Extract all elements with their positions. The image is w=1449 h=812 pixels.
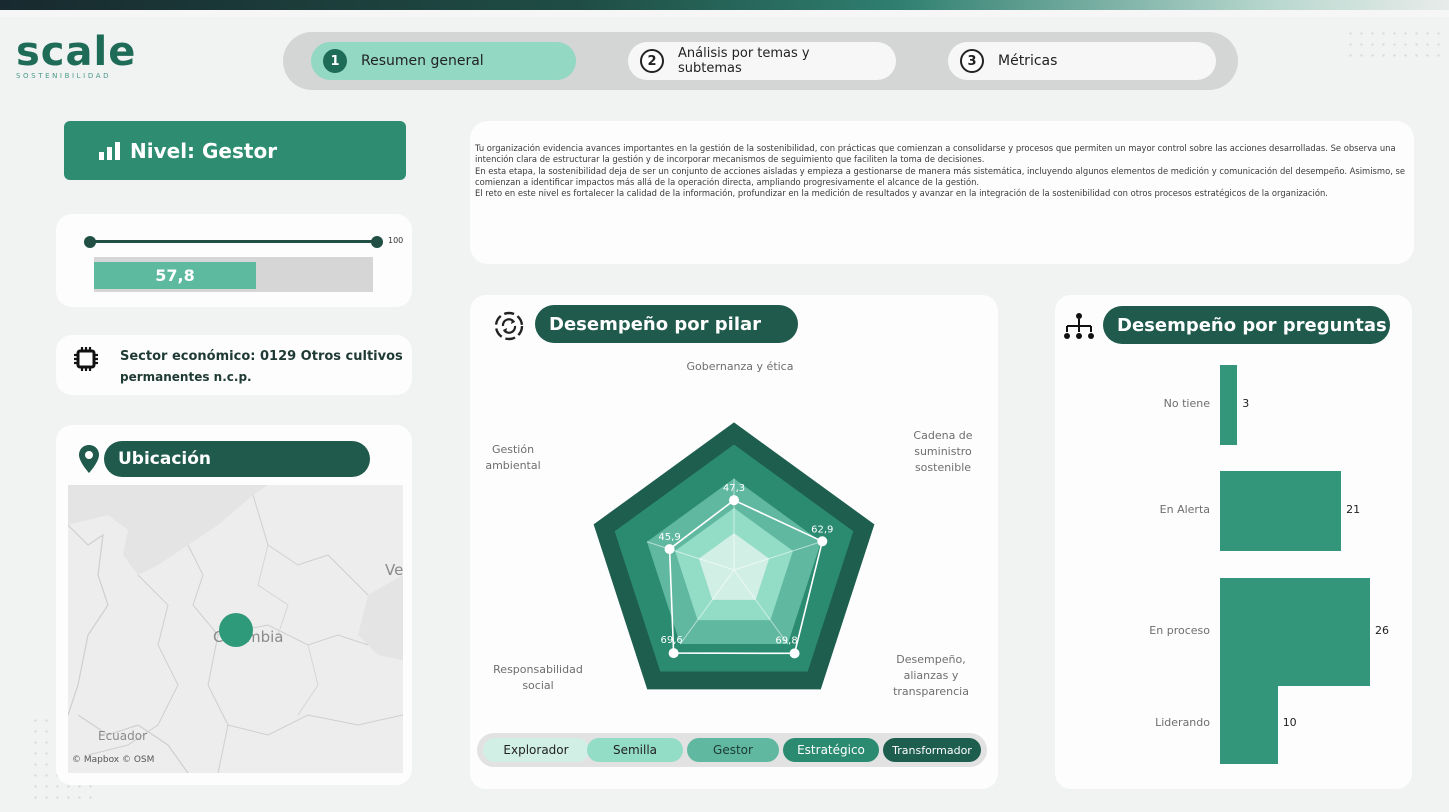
steps-nav: 1 Resumen general 2 Análisis por temas y… (283, 32, 1238, 90)
cycle-icon (494, 311, 524, 341)
legend-explorador[interactable]: Explorador (483, 738, 589, 762)
location-title: Ubicación (104, 441, 370, 477)
legend-transformador[interactable]: Transformador (883, 738, 981, 762)
step-number: 2 (640, 49, 664, 73)
bar-category-label: En proceso (1149, 624, 1210, 637)
bar[interactable] (1220, 578, 1370, 686)
radar-point[interactable] (789, 648, 800, 659)
radar-point[interactable] (664, 544, 675, 555)
step-number: 3 (960, 49, 984, 73)
bar-category-label: En Alerta (1159, 503, 1210, 516)
level-legend: Explorador Semilla Gestor Estratégico Tr… (477, 733, 987, 767)
level-label: Nivel: Gestor (130, 138, 278, 163)
axis-label-gobernanza: Gobernanza y ética (686, 360, 794, 373)
questions-title: Desempeño por preguntas (1103, 306, 1390, 344)
sector-line-1: Sector económico: 0129 Otros cultivos (120, 349, 403, 364)
bar[interactable] (1220, 684, 1278, 764)
legend-semilla[interactable]: Semilla (587, 738, 683, 762)
description-paragraph: El reto en este nivel es fortalecer la c… (475, 188, 1328, 199)
axis-label-cadena: Cadena de suministro sostenible (913, 429, 973, 474)
decorative-dots (1345, 28, 1441, 62)
description-paragraph: En esta etapa, la sostenibilidad deja de… (475, 165, 1406, 187)
level-description: Tu organización evidencia avances import… (470, 121, 1414, 264)
sector-line-2: permanentes n.c.p. (120, 370, 252, 384)
map-pin-icon (79, 445, 99, 473)
bar[interactable] (1220, 365, 1238, 445)
location-title-text: Ubicación (118, 449, 212, 469)
radar-point[interactable] (729, 495, 739, 506)
bar-chart-icon (99, 141, 120, 160)
score-scale-line (89, 240, 377, 243)
step-label: Análisis por temas y subtemas (678, 46, 810, 76)
radar-data-label: 69,6 (660, 635, 682, 646)
radar-data-label: 47,3 (723, 483, 745, 494)
radar-data-label: 45,9 (658, 532, 680, 543)
axis-label-responsabilidad: Responsabilidad social (493, 663, 583, 692)
bar-value-label: 26 (1375, 624, 1389, 637)
score-value: 57,8 (155, 266, 195, 285)
bar-category-label: No tiene (1163, 397, 1210, 410)
bar-category-label: Liderando (1155, 716, 1210, 729)
bar-value-label: 3 (1242, 397, 1250, 410)
brand-name: scale (16, 29, 137, 75)
scale-max-label: 100 (388, 236, 404, 245)
map-label-neighbor-east: Ve (385, 561, 403, 579)
radar-point[interactable] (668, 648, 679, 659)
axis-label-gestion-ambiental: Gestión ambiental (485, 443, 541, 472)
map-label-neighbor-south: Ecuador (98, 729, 148, 743)
sector-text: Sector económico: 0129 Otros cultivos pe… (120, 347, 405, 387)
scale-end-dot (371, 236, 383, 248)
scale-start-dot (84, 236, 96, 248)
pillar-title: Desempeño por pilar (535, 305, 798, 343)
step-resumen-general[interactable]: 1 Resumen general (311, 42, 576, 80)
bar[interactable] (1220, 471, 1342, 551)
step-label: Resumen general (361, 53, 484, 69)
hierarchy-icon (1064, 313, 1094, 339)
pillar-title-text: Desempeño por pilar (549, 313, 762, 335)
location-map[interactable]: Ve Colombia Ecuador © Mapbox © OSM (68, 485, 403, 773)
level-header: Nivel: Gestor (64, 121, 406, 180)
step-analisis-temas[interactable]: 2 Análisis por temas y subtemas (628, 42, 896, 80)
bar-value-label: 10 (1282, 716, 1297, 729)
questions-title-text: Desempeño por preguntas (1117, 314, 1387, 336)
step-number: 1 (323, 49, 347, 73)
chip-icon (74, 347, 98, 371)
location-marker[interactable] (219, 613, 253, 647)
bar-value-label: 21 (1346, 503, 1361, 516)
questions-bar-chart: No tiene 3 En Alerta 21 En proceso 26 Liderand… (1055, 350, 1412, 770)
step-label: Métricas (998, 53, 1058, 69)
score-bar-track: 57,8 (94, 257, 373, 292)
score-bar-fill: 57,8 (94, 262, 256, 289)
description-paragraph: Tu organización evidencia avances import… (475, 143, 1396, 165)
radar-data-label: 69,8 (775, 635, 797, 646)
legend-gestor[interactable]: Gestor (687, 738, 779, 762)
radar-data-label: 62,9 (811, 524, 833, 535)
legend-estrategico[interactable]: Estratégico (783, 738, 879, 762)
top-accent-bar (0, 0, 1449, 17)
brand-logo: scale SOSTENIBILIDAD (16, 32, 136, 80)
radar-point[interactable] (817, 536, 828, 547)
step-metricas[interactable]: 3 Métricas (948, 42, 1216, 80)
axis-label-desempeno: Desempeño, alianzas y transparencia (893, 653, 969, 698)
map-attribution[interactable]: © Mapbox © OSM (72, 755, 154, 765)
